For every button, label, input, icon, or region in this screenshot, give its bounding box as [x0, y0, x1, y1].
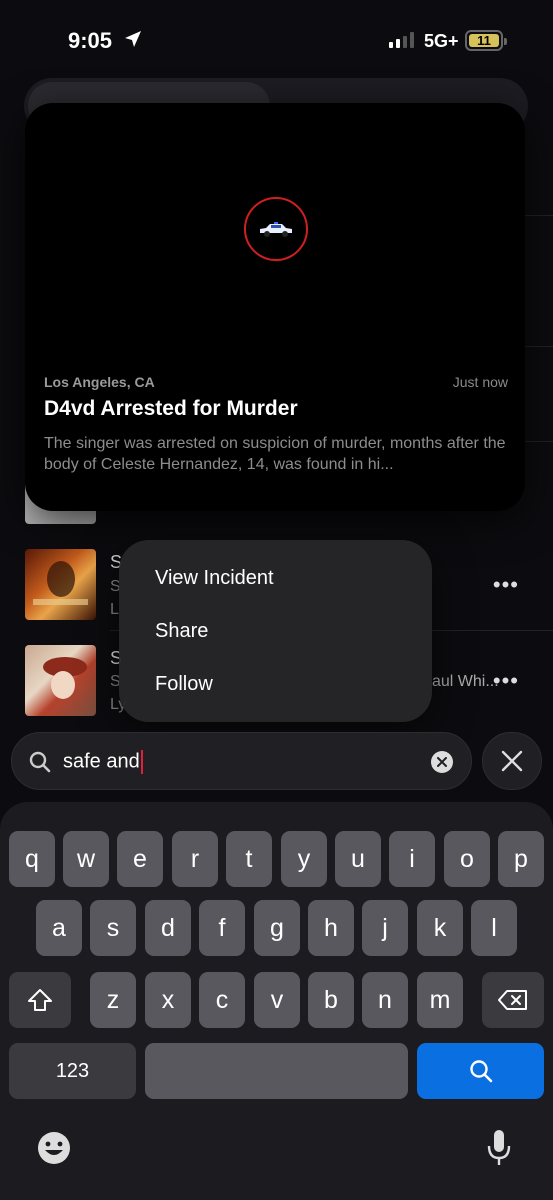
key-h[interactable]: h: [308, 900, 354, 956]
list-item-meta: L: [110, 601, 119, 618]
key-r[interactable]: r: [172, 831, 218, 887]
album-artwork[interactable]: [25, 645, 96, 716]
menu-item-share[interactable]: Share: [155, 620, 208, 643]
key-e[interactable]: e: [117, 831, 163, 887]
emoji-key[interactable]: [36, 1130, 72, 1171]
police-car-pin-icon: [244, 197, 308, 261]
key-c[interactable]: c: [199, 972, 245, 1028]
backspace-icon: [498, 990, 527, 1010]
signal-icon: [389, 32, 414, 48]
menu-item-follow[interactable]: Follow: [155, 673, 213, 696]
delete-key[interactable]: [482, 972, 544, 1028]
key-w[interactable]: w: [63, 831, 109, 887]
emoji-icon: [38, 1132, 70, 1164]
shift-icon: [28, 989, 52, 1011]
key-l[interactable]: l: [471, 900, 517, 956]
close-icon: [501, 750, 523, 772]
menu-item-view-incident[interactable]: View Incident: [155, 567, 274, 590]
numbers-key[interactable]: 123: [9, 1043, 136, 1099]
key-t[interactable]: t: [226, 831, 272, 887]
microphone-icon: [487, 1130, 511, 1165]
key-a[interactable]: a: [36, 900, 82, 956]
key-m[interactable]: m: [417, 972, 463, 1028]
close-button[interactable]: [482, 732, 542, 790]
incident-location: Los Angeles, CA: [44, 374, 155, 390]
incident-time: Just now: [452, 374, 508, 390]
key-f[interactable]: f: [199, 900, 245, 956]
key-k[interactable]: k: [417, 900, 463, 956]
battery-level: 11: [469, 33, 499, 48]
shift-key[interactable]: [9, 972, 71, 1028]
key-x[interactable]: x: [145, 972, 191, 1028]
search-value: safe and: [63, 750, 140, 773]
key-u[interactable]: u: [335, 831, 381, 887]
key-p[interactable]: p: [498, 831, 544, 887]
list-item-artist: aul Whi...: [432, 673, 499, 690]
clear-text-icon[interactable]: [431, 751, 453, 773]
search-icon: [29, 751, 51, 773]
more-options-icon[interactable]: •••: [493, 572, 519, 598]
dictation-key[interactable]: [486, 1128, 512, 1173]
status-time: 9:05: [68, 28, 113, 53]
more-options-icon[interactable]: •••: [493, 668, 519, 694]
keyboard: q w e r t y u i o p a s d f g h j k l z …: [0, 802, 553, 1200]
search-input[interactable]: safe and: [11, 732, 472, 790]
key-b[interactable]: b: [308, 972, 354, 1028]
network-type: 5G+: [424, 31, 459, 51]
incident-title: D4vd Arrested for Murder: [44, 397, 298, 420]
key-g[interactable]: g: [254, 900, 300, 956]
key-q[interactable]: q: [9, 831, 55, 887]
key-o[interactable]: o: [444, 831, 490, 887]
incident-description: The singer was arrested on suspicion of …: [44, 435, 506, 473]
text-caret: [140, 750, 143, 774]
context-menu: View Incident Share Follow: [119, 540, 432, 722]
album-artwork[interactable]: [25, 549, 96, 620]
battery-icon: 11: [465, 30, 507, 51]
search-field-text: safe and: [63, 750, 143, 774]
key-i[interactable]: i: [389, 831, 435, 887]
search-key[interactable]: [417, 1043, 544, 1099]
key-s[interactable]: s: [90, 900, 136, 956]
key-v[interactable]: v: [254, 972, 300, 1028]
incident-card[interactable]: Los Angeles, CA Just now D4vd Arrested f…: [25, 103, 525, 511]
key-d[interactable]: d: [145, 900, 191, 956]
space-key[interactable]: [145, 1043, 408, 1099]
key-n[interactable]: n: [362, 972, 408, 1028]
key-z[interactable]: z: [90, 972, 136, 1028]
key-j[interactable]: j: [362, 900, 408, 956]
status-bar: 9:05 5G+ 11: [0, 0, 553, 80]
search-icon: [469, 1060, 492, 1083]
key-y[interactable]: y: [281, 831, 327, 887]
location-arrow-icon: [125, 31, 141, 47]
